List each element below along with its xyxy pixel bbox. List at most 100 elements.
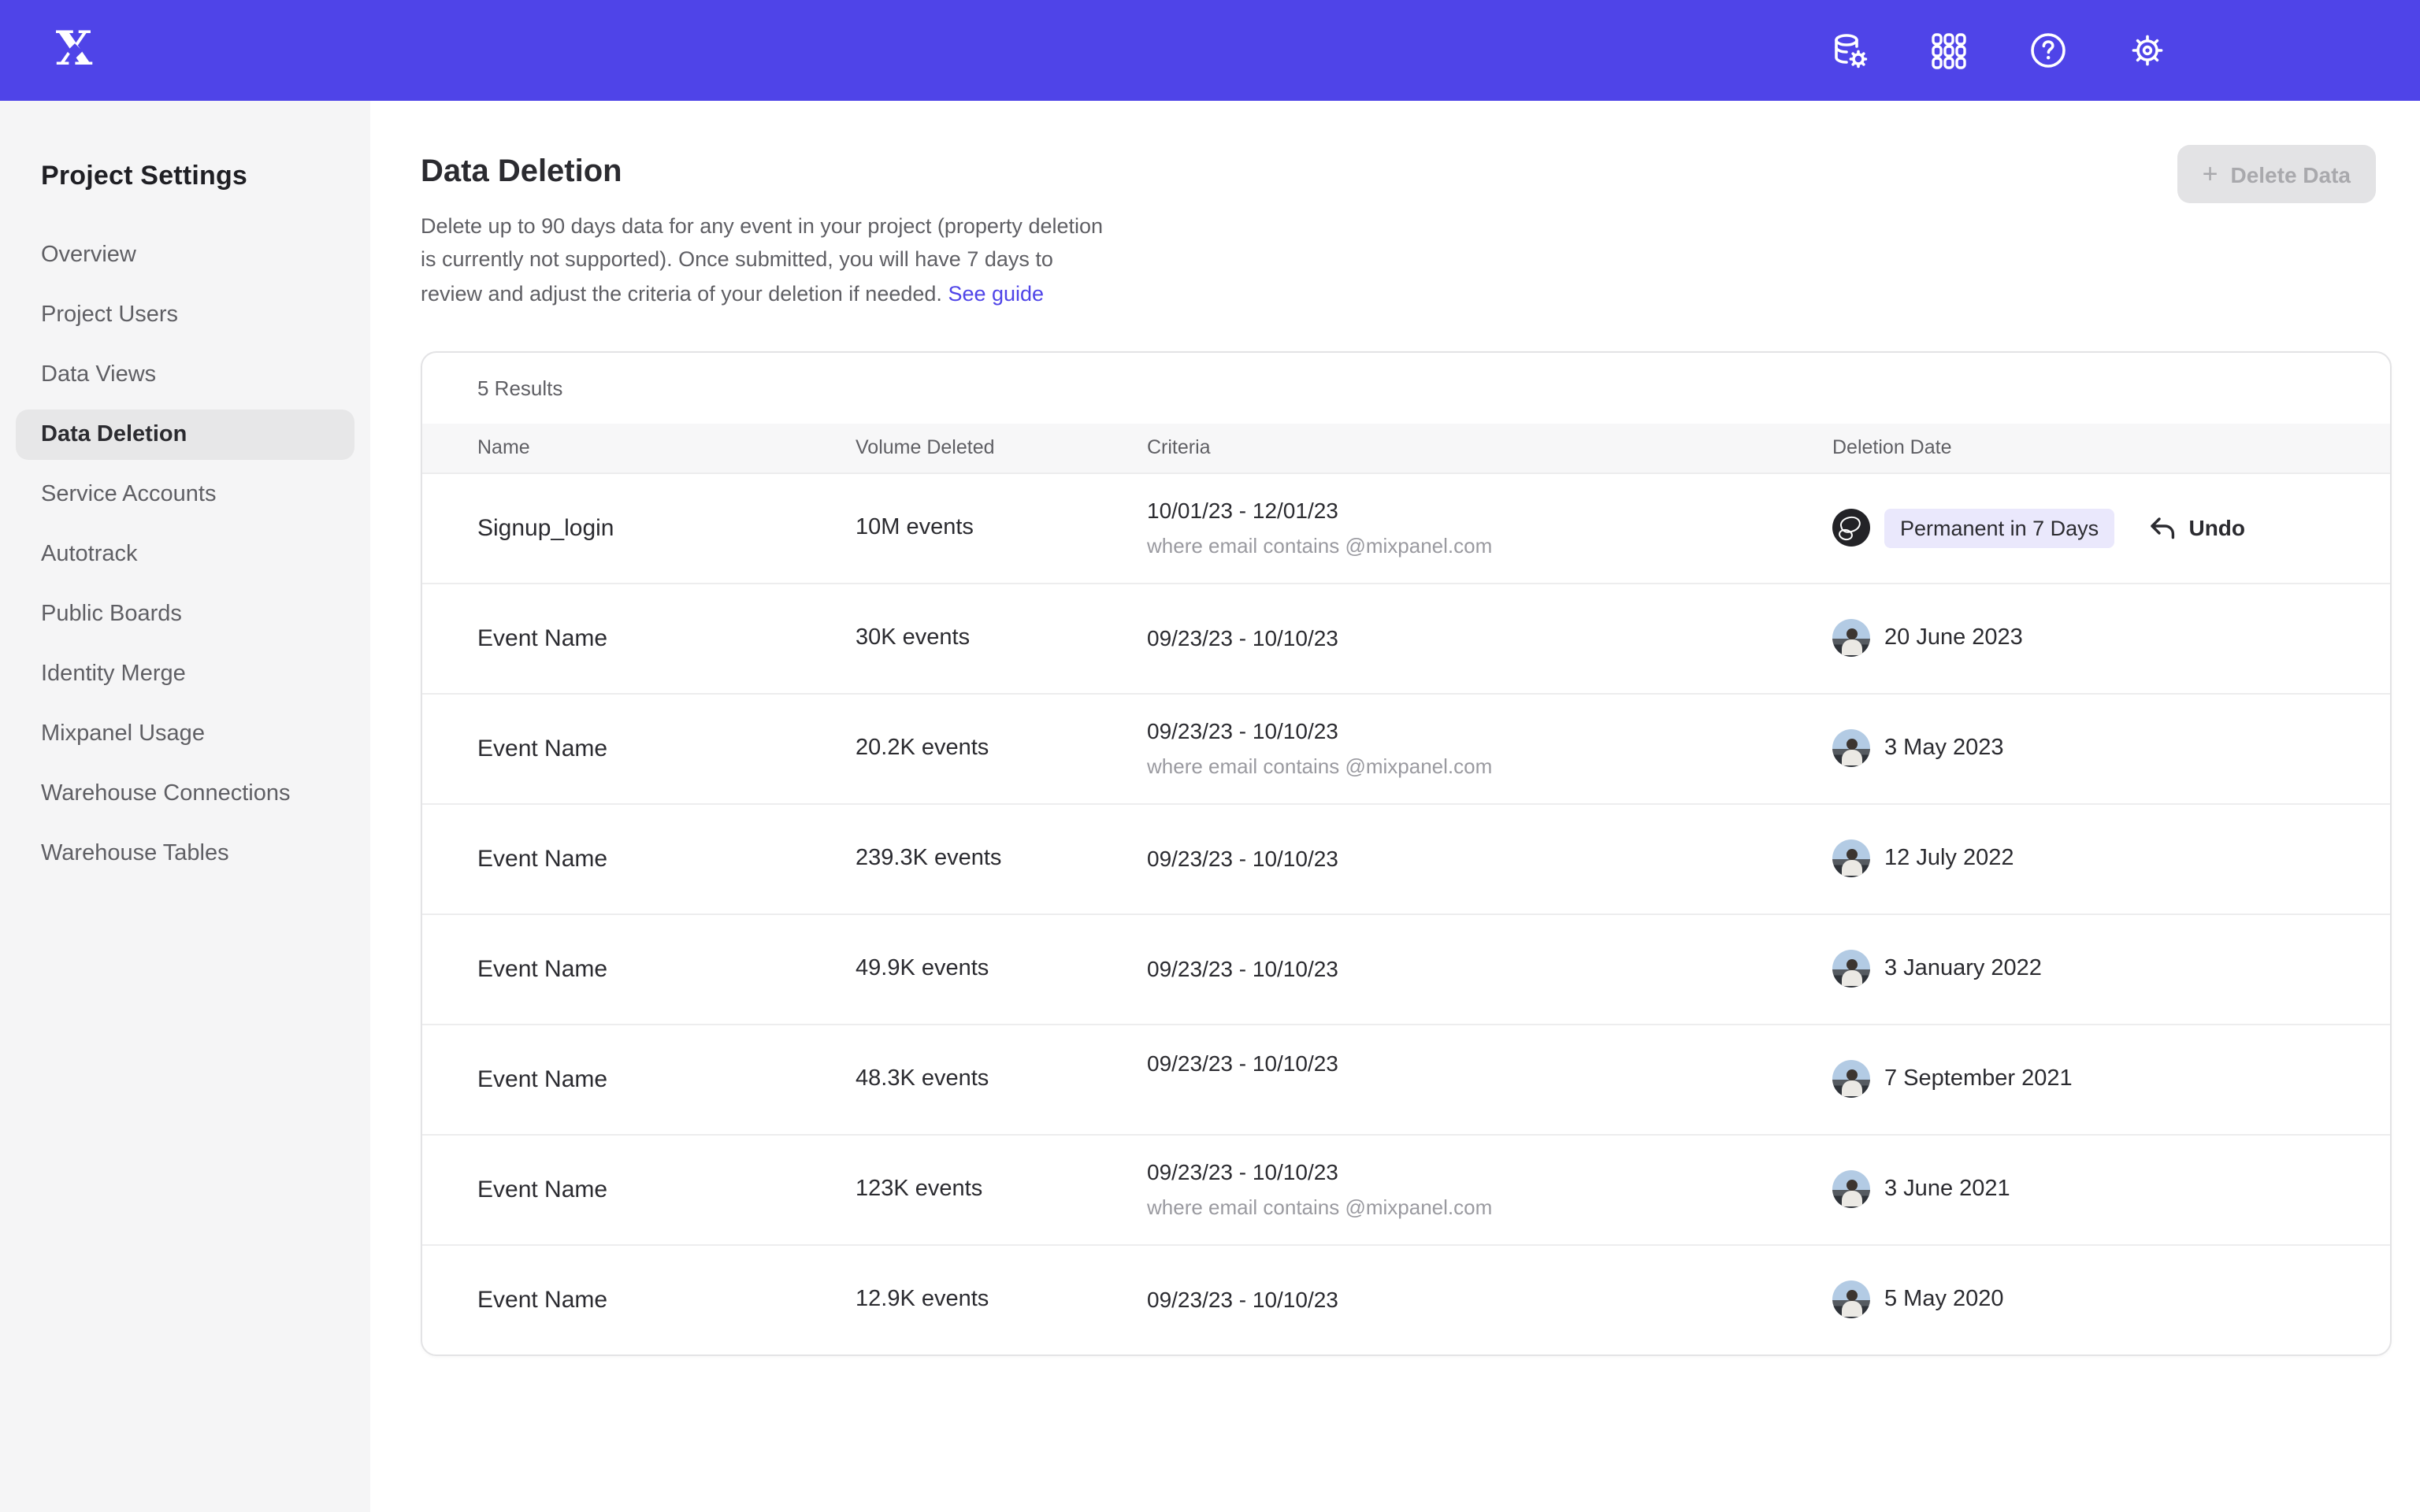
sidebar-item-label: Mixpanel Usage (41, 721, 205, 747)
results-count: 5 Results (422, 353, 2390, 424)
criteria-cell: 09/23/23 - 10/10/23 where email contains… (1147, 1160, 1832, 1220)
criteria-date-range: 09/23/23 - 10/10/23 (1147, 626, 1832, 651)
event-name-cell: Event Name (477, 1066, 856, 1093)
criteria-where-clause: where email contains @mixpanel.com (1147, 1196, 1832, 1220)
table-row: Event Name 20.2K events 09/23/23 - 10/10… (422, 693, 2390, 803)
table-body: Signup_login 10M events 10/01/23 - 12/01… (422, 472, 2390, 1354)
table-row: Event Name 123K events 09/23/23 - 10/10/… (422, 1134, 2390, 1244)
settings-gear-icon[interactable] (2127, 30, 2168, 71)
main-content: Data Deletion Delete up to 90 days data … (370, 101, 2420, 1512)
sidebar-items: Overview Project Users Data Views Data Dele… (0, 230, 370, 879)
deletion-date-cell: 3 May 2023 (1832, 730, 2343, 768)
sidebar-item-overview[interactable]: Overview (16, 230, 354, 280)
deletion-date-text: 3 January 2022 (1884, 957, 2042, 982)
event-name-cell: Event Name (477, 625, 856, 652)
data-gear-icon[interactable] (1829, 30, 1870, 71)
event-name-cell: Event Name (477, 1287, 856, 1314)
user-avatar (1832, 1281, 1870, 1319)
undo-button[interactable]: Undo (2149, 516, 2245, 541)
deletion-date-cell: 12 July 2022 (1832, 840, 2343, 878)
criteria-cell: 09/23/23 - 10/10/23 (1147, 847, 1832, 872)
apps-grid-icon[interactable] (1928, 30, 1969, 71)
deletion-date-cell: 7 September 2021 (1832, 1061, 2343, 1099)
sidebar-item-data-views[interactable]: Data Views (16, 350, 354, 400)
criteria-date-range: 09/23/23 - 10/10/23 (1147, 1051, 1832, 1077)
page-description: Delete up to 90 days data for any event … (421, 209, 1117, 310)
criteria-cell: 09/23/23 - 10/10/23 (1147, 957, 1832, 982)
page-title: Data Deletion (421, 154, 2392, 191)
column-header-criteria: Criteria (1147, 437, 1832, 459)
see-guide-link[interactable]: See guide (948, 281, 1044, 305)
sidebar-item-warehouse-tables[interactable]: Warehouse Tables (16, 828, 354, 879)
criteria-cell: 09/23/23 - 10/10/23 (1147, 1288, 1832, 1313)
volume-deleted-cell: 123K events (856, 1177, 1147, 1203)
deletion-date-cell: 3 June 2021 (1832, 1171, 2343, 1209)
criteria-cell: 09/23/23 - 10/10/23 where email contains… (1147, 719, 1832, 779)
event-name-cell: Signup_login (477, 515, 856, 542)
deletion-date-text: 5 May 2020 (1884, 1288, 2004, 1313)
sidebar-item-label: Service Accounts (41, 482, 216, 507)
user-avatar (1832, 840, 1870, 878)
sidebar-item-service-accounts[interactable]: Service Accounts (16, 469, 354, 520)
delete-data-button[interactable]: + Delete Data (2177, 145, 2376, 203)
volume-deleted-cell: 49.9K events (856, 957, 1147, 982)
top-navigation-bar: X (0, 0, 2420, 101)
table-row: Event Name 49.9K events 09/23/23 - 10/10… (422, 914, 2390, 1024)
table-header-row: Name Volume Deleted Criteria Deletion Da… (422, 424, 2390, 472)
event-name-cell: Event Name (477, 736, 856, 762)
volume-deleted-cell: 10M events (856, 516, 1147, 541)
criteria-cell: 09/23/23 - 10/10/23 (1147, 626, 1832, 651)
sidebar-item-label: Warehouse Connections (41, 781, 291, 806)
deletion-date-cell: 5 May 2020 (1832, 1281, 2343, 1319)
criteria-date-range: 09/23/23 - 10/10/23 (1147, 957, 1832, 982)
topbar-icon-group (1829, 30, 2168, 71)
deletion-date-text: 7 September 2021 (1884, 1067, 2073, 1092)
sidebar-item-label: Identity Merge (41, 662, 186, 687)
mixpanel-logo-icon[interactable]: X (50, 27, 98, 74)
delete-data-button-label: Delete Data (2230, 161, 2351, 187)
user-avatar (1832, 510, 1870, 547)
criteria-cell: 10/01/23 - 12/01/23 where email contains… (1147, 498, 1832, 558)
sidebar-item-data-deletion[interactable]: Data Deletion (16, 410, 354, 460)
sidebar-item-label: Overview (41, 243, 136, 268)
criteria-date-range: 09/23/23 - 10/10/23 (1147, 1160, 1832, 1185)
column-header-name: Name (477, 437, 856, 459)
criteria-date-range: 09/23/23 - 10/10/23 (1147, 1288, 1832, 1313)
plus-icon: + (2203, 161, 2218, 187)
sidebar-title: Project Settings (0, 161, 370, 192)
criteria-cell: 09/23/23 - 10/10/23 (1147, 1067, 1832, 1092)
criteria-where-clause: where email contains @mixpanel.com (1147, 755, 1832, 779)
column-header-volume: Volume Deleted (856, 437, 1147, 459)
volume-deleted-cell: 239.3K events (856, 847, 1147, 872)
deletion-date-cell: 20 June 2023 (1832, 620, 2343, 658)
criteria-date-range: 09/23/23 - 10/10/23 (1147, 719, 1832, 744)
sidebar-item-mixpanel-usage[interactable]: Mixpanel Usage (16, 709, 354, 759)
permanent-badge: Permanent in 7 Days (1884, 509, 2114, 548)
deletion-date-text: 3 June 2021 (1884, 1177, 2010, 1203)
sidebar-item-label: Data Views (41, 362, 156, 387)
app-root: X (0, 0, 2420, 1512)
deletion-date-text: 20 June 2023 (1884, 626, 2023, 651)
user-avatar (1832, 1061, 1870, 1099)
criteria-date-range: 10/01/23 - 12/01/23 (1147, 498, 1832, 524)
sidebar-item-autotrack[interactable]: Autotrack (16, 529, 354, 580)
sidebar-item-public-boards[interactable]: Public Boards (16, 589, 354, 639)
deletion-date-cell: Permanent in 7 Days Undo (1832, 509, 2343, 548)
deletion-table-card: 5 Results Name Volume Deleted Criteria D… (421, 351, 2392, 1356)
volume-deleted-cell: 20.2K events (856, 736, 1147, 762)
deletion-date-cell: 3 January 2022 (1832, 951, 2343, 988)
user-avatar (1832, 730, 1870, 768)
help-icon[interactable] (2028, 30, 2069, 71)
sidebar-item-warehouse-connections[interactable]: Warehouse Connections (16, 769, 354, 819)
table-row: Signup_login 10M events 10/01/23 - 12/01… (422, 472, 2390, 583)
sidebar-item-project-users[interactable]: Project Users (16, 290, 354, 340)
settings-sidebar: Project Settings Overview Project Users Da… (0, 101, 370, 1512)
event-name-cell: Event Name (477, 1177, 856, 1203)
sidebar-item-label: Autotrack (41, 542, 138, 567)
criteria-date-range: 09/23/23 - 10/10/23 (1147, 847, 1832, 872)
sidebar-item-label: Public Boards (41, 602, 182, 627)
user-avatar (1832, 620, 1870, 658)
deletion-date-text: 3 May 2023 (1884, 736, 2004, 762)
sidebar-item-identity-merge[interactable]: Identity Merge (16, 649, 354, 699)
volume-deleted-cell: 30K events (856, 626, 1147, 651)
